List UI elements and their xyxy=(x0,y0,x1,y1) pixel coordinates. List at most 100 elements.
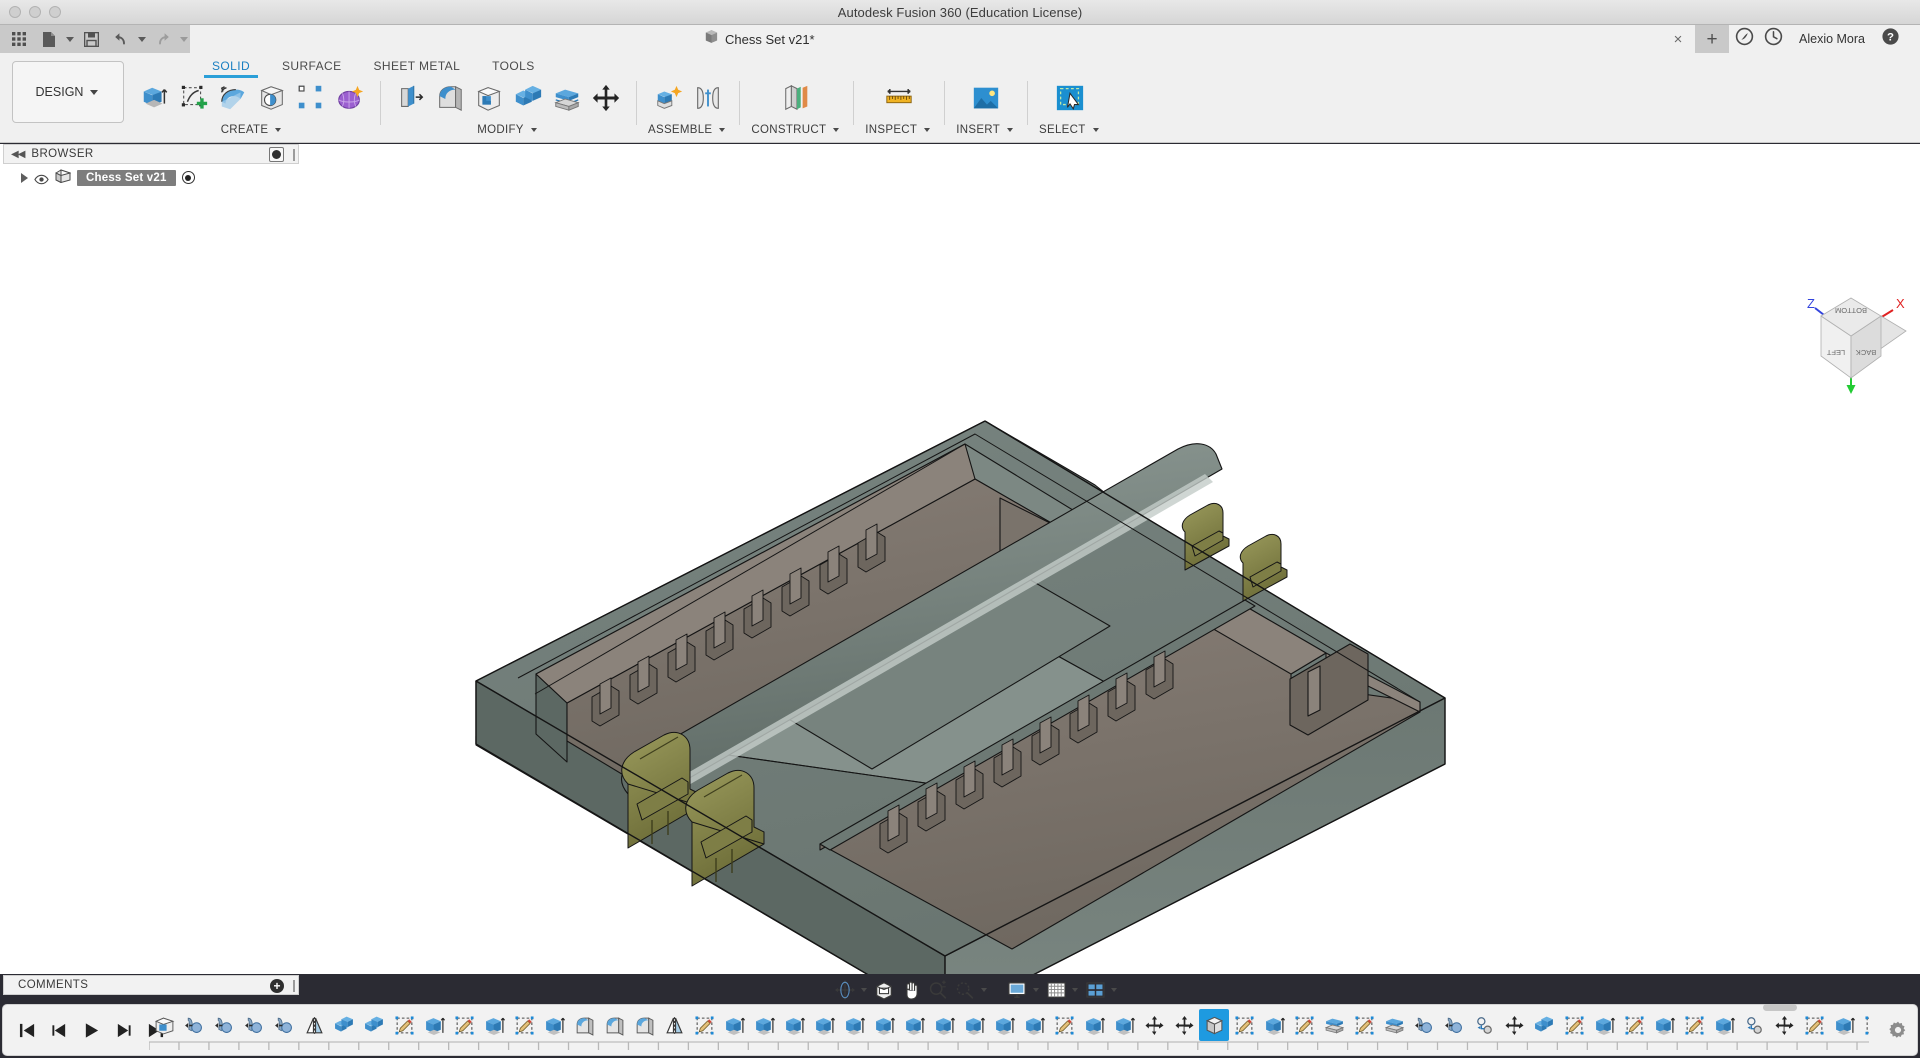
user-name[interactable]: Alexio Mora xyxy=(1793,32,1871,46)
file-icon[interactable] xyxy=(34,26,64,52)
timeline-step-forward[interactable] xyxy=(111,1017,135,1043)
feature-joint[interactable] xyxy=(269,1009,299,1041)
gear-icon[interactable] xyxy=(1887,1019,1909,1041)
grid-icon[interactable] xyxy=(4,26,34,52)
press-pull-tool[interactable] xyxy=(392,78,430,118)
feature-extrude[interactable] xyxy=(719,1009,749,1041)
cube-face-left[interactable]: LEFT xyxy=(1826,348,1845,357)
feature-move[interactable] xyxy=(1139,1009,1169,1041)
feature-sketch[interactable] xyxy=(1289,1009,1319,1041)
feature-combine[interactable] xyxy=(359,1009,389,1041)
feature-fillet[interactable] xyxy=(629,1009,659,1041)
feature-mirror[interactable] xyxy=(299,1009,329,1041)
feature-extrude[interactable] xyxy=(809,1009,839,1041)
extensions-icon[interactable] xyxy=(1735,27,1754,51)
combine-tool[interactable] xyxy=(509,78,547,118)
eye-icon[interactable] xyxy=(34,172,49,185)
joint-tool[interactable] xyxy=(689,78,727,118)
measure-tool[interactable] xyxy=(880,78,918,118)
file-menu-chevron-down-icon[interactable] xyxy=(64,26,76,52)
viewport-canvas[interactable]: Z X BOTTOM LEFT BACK xyxy=(0,144,1920,974)
pan-tool[interactable] xyxy=(898,977,924,1003)
feature-extrude[interactable] xyxy=(1259,1009,1289,1041)
help-icon[interactable]: ? xyxy=(1881,27,1900,51)
new-tab-button[interactable]: + xyxy=(1695,25,1729,53)
feature-rigidgroup[interactable] xyxy=(1739,1009,1769,1041)
feature-sketch[interactable] xyxy=(1619,1009,1649,1041)
offset-face-tool[interactable] xyxy=(548,78,586,118)
pattern-tool[interactable] xyxy=(292,78,330,118)
fit-tool[interactable] xyxy=(952,977,990,1003)
feature-sketch[interactable] xyxy=(1559,1009,1589,1041)
fillet-tool[interactable] xyxy=(431,78,469,118)
feature-joint[interactable] xyxy=(209,1009,239,1041)
feature-extrude[interactable] xyxy=(779,1009,809,1041)
feature-sketch[interactable] xyxy=(389,1009,419,1041)
redo-icon[interactable] xyxy=(148,26,178,52)
feature-extrude[interactable] xyxy=(419,1009,449,1041)
feature-extrude[interactable] xyxy=(869,1009,899,1041)
feature-sketch[interactable] xyxy=(509,1009,539,1041)
feature-fillet[interactable] xyxy=(599,1009,629,1041)
feature-extrude[interactable] xyxy=(1709,1009,1739,1041)
feature-sketch[interactable] xyxy=(1229,1009,1259,1041)
feature-extrude[interactable] xyxy=(959,1009,989,1041)
workspace-switcher[interactable]: DESIGN xyxy=(12,61,124,123)
feature-extrude[interactable] xyxy=(929,1009,959,1041)
feature-extrude[interactable] xyxy=(1589,1009,1619,1041)
feature-sketch[interactable] xyxy=(1679,1009,1709,1041)
viewports[interactable] xyxy=(1082,977,1120,1003)
panel-inspect-label[interactable]: INSPECT xyxy=(865,117,933,143)
browser-resize-grip[interactable] xyxy=(293,149,295,161)
view-cube[interactable]: Z X BOTTOM LEFT BACK xyxy=(1793,294,1911,404)
tab-tools[interactable]: TOOLS xyxy=(476,55,550,78)
save-icon[interactable] xyxy=(76,26,106,52)
panel-construct-label[interactable]: CONSTRUCT xyxy=(751,117,842,143)
create-form-tool[interactable] xyxy=(331,78,369,118)
feature-move[interactable] xyxy=(1769,1009,1799,1041)
select-tool[interactable] xyxy=(1051,78,1089,118)
job-status-icon[interactable] xyxy=(1764,27,1783,51)
triangle-right-icon[interactable] xyxy=(21,172,28,183)
feature-sketch[interactable] xyxy=(449,1009,479,1041)
cube-face-back[interactable]: BACK xyxy=(1856,348,1876,357)
feature-fillet[interactable] xyxy=(569,1009,599,1041)
feature-sketch[interactable] xyxy=(1349,1009,1379,1041)
timeline-play[interactable] xyxy=(79,1017,103,1043)
undo-chevron-down-icon[interactable] xyxy=(136,26,148,52)
timeline-go-start[interactable] xyxy=(15,1017,39,1043)
tab-solid[interactable]: SOLID xyxy=(196,55,266,78)
display-settings[interactable] xyxy=(1004,977,1042,1003)
timeline-step-back[interactable] xyxy=(47,1017,71,1043)
revolve-tool[interactable] xyxy=(214,78,252,118)
browser-root-label[interactable]: Chess Set v21 xyxy=(77,169,176,186)
feature-extrude[interactable] xyxy=(1019,1009,1049,1041)
display-settings-chevron-down-icon[interactable] xyxy=(1030,977,1042,1003)
close-icon[interactable]: × xyxy=(1668,29,1688,49)
feature-extrude[interactable] xyxy=(899,1009,929,1041)
feature-offset[interactable] xyxy=(1319,1009,1349,1041)
panel-insert-label[interactable]: INSERT xyxy=(956,117,1016,143)
redo-chevron-down-icon[interactable] xyxy=(178,26,190,52)
tab-surface[interactable]: SURFACE xyxy=(266,55,357,78)
feature-offset[interactable] xyxy=(1379,1009,1409,1041)
zoom-tool[interactable] xyxy=(925,977,951,1003)
extrude-tool[interactable] xyxy=(136,78,174,118)
insert-canvas-tool[interactable] xyxy=(967,78,1005,118)
feature-extrude[interactable] xyxy=(1649,1009,1679,1041)
feature-combine[interactable] xyxy=(1529,1009,1559,1041)
feature-sketch[interactable] xyxy=(1859,1009,1869,1041)
add-comment-button[interactable]: + xyxy=(270,979,284,993)
feature-joint[interactable] xyxy=(1409,1009,1439,1041)
grid-snaps-chevron-down-icon[interactable] xyxy=(1069,977,1081,1003)
feature-joint[interactable] xyxy=(1439,1009,1469,1041)
feature-extrude[interactable] xyxy=(1109,1009,1139,1041)
feature-mirror[interactable] xyxy=(659,1009,689,1041)
move-copy-tool[interactable] xyxy=(587,78,625,118)
panel-modify-label[interactable]: MODIFY xyxy=(477,117,540,143)
feature-joint[interactable] xyxy=(239,1009,269,1041)
viewports-chevron-down-icon[interactable] xyxy=(1108,977,1120,1003)
collapse-icon[interactable]: ◀◀ xyxy=(4,149,31,160)
feature-extrude[interactable] xyxy=(1079,1009,1109,1041)
browser-root-node[interactable]: Chess Set v21 xyxy=(3,168,299,187)
